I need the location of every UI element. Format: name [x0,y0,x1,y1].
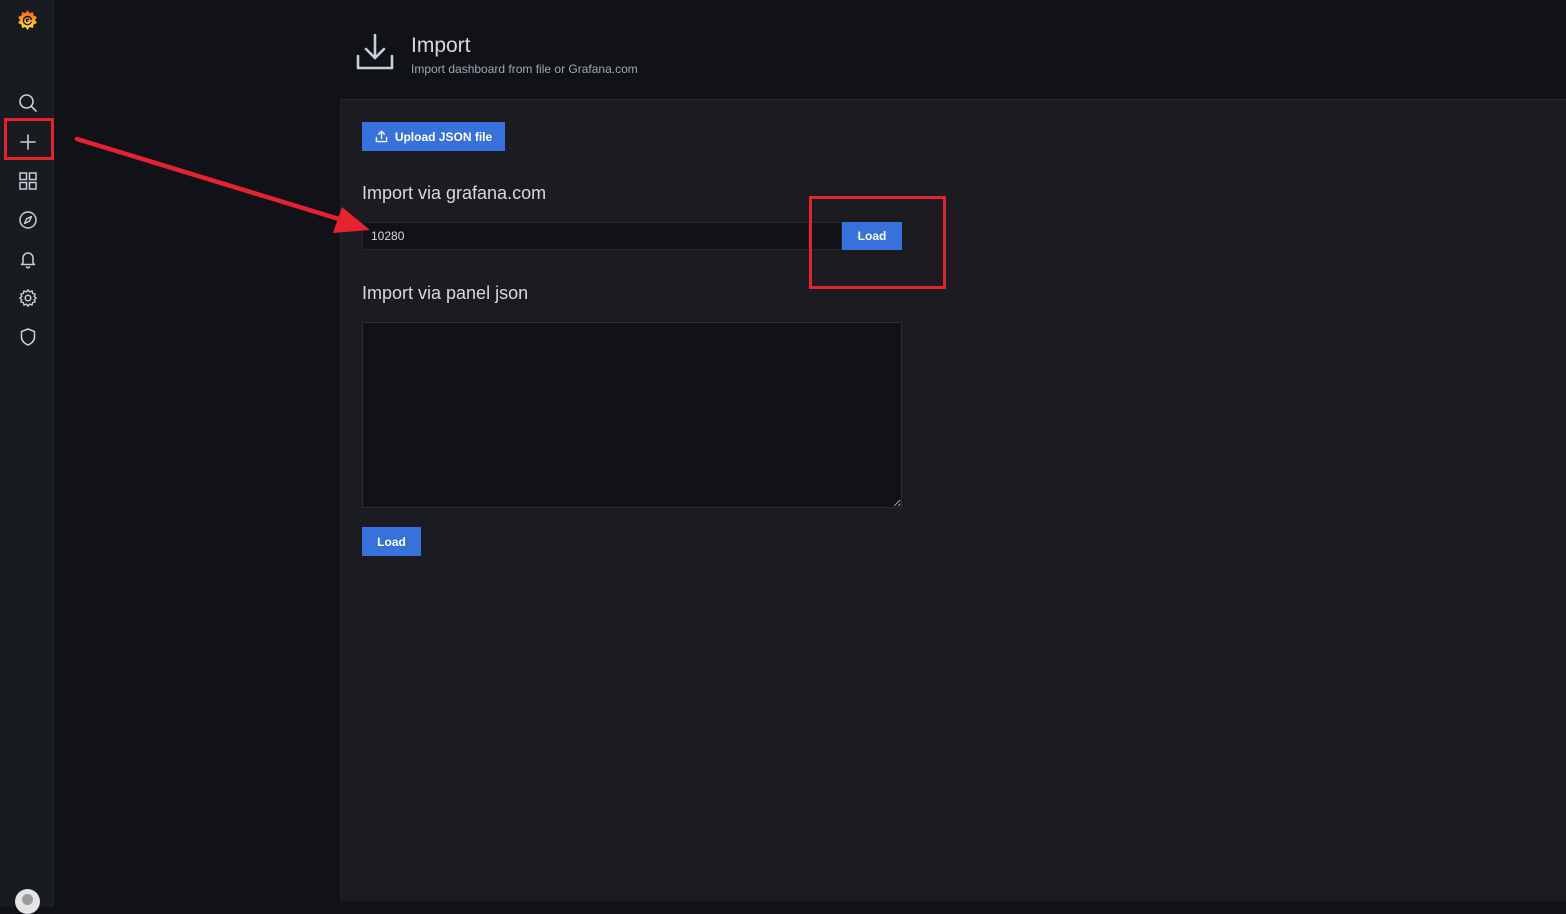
page-subtitle: Import dashboard from file or Grafana.co… [411,62,638,76]
user-avatar[interactable] [15,889,40,914]
annotation-box-create [4,118,54,160]
panel-json-load-button[interactable]: Load [362,527,421,556]
grid-icon [18,171,37,190]
annotation-arrow [74,136,370,233]
search-icon [18,93,37,112]
sidebar-item-search[interactable] [13,88,42,117]
compass-icon [18,210,37,229]
sidebar-item-explore[interactable] [13,205,42,234]
page-header: Import Import dashboard from file or Gra… [340,0,1566,99]
bell-icon [20,251,35,268]
panel-json-title: Import via panel json [362,283,529,303]
sidebar-item-server-admin[interactable] [13,322,42,351]
gear-icon [18,288,37,307]
upload-json-label: Upload JSON file [394,129,493,144]
grafana-dashboard-id-input[interactable] [362,222,842,250]
sidebar-item-dashboards[interactable] [13,166,42,195]
download-icon [356,32,394,72]
panel-json-textarea[interactable] [362,322,902,508]
sidebar-item-configuration[interactable] [13,283,42,312]
sidebar-item-alerting[interactable] [13,244,42,273]
shield-icon [20,327,35,346]
page-title: Import [411,34,471,57]
annotation-box-load [809,196,946,289]
grafana-logo-icon[interactable] [15,8,40,34]
